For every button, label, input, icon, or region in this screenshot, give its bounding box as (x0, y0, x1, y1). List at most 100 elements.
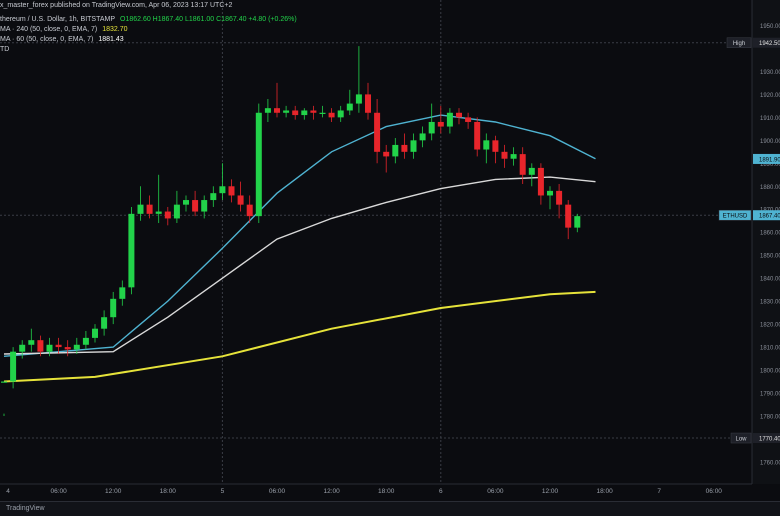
price-chart[interactable]: 1950.00 1942.50 1930.00 1920.00 1910.00 1900.… (0, 0, 780, 516)
price-tick-label: 1860.00 (760, 231, 780, 237)
ma240-value: 1832.70 (102, 26, 128, 33)
candle-body (528, 167, 535, 175)
price-tick-label: 1920.00 (760, 93, 780, 99)
candle-body (446, 112, 453, 127)
candle-body (383, 151, 390, 157)
price-label-text: ETHUSD (723, 214, 748, 220)
ma60-line[interactable]: MA · 60 (50, close, 0, EMA, 7) 1881.43 (0, 36, 127, 43)
candle-body (492, 140, 499, 152)
price-label-text: High (733, 41, 745, 47)
price-tick-label: 1760.00 (760, 460, 780, 466)
ma240-label: MA · 240 (50, close, 0, EMA, 7) (0, 26, 98, 33)
price-tick-label: 1910.00 (760, 116, 780, 122)
price-tick-label: 1820.00 (760, 323, 780, 329)
candle-body (574, 216, 581, 228)
price-label-value: 1867.40 (759, 214, 780, 220)
time-tick-label: 06:00 (269, 488, 286, 495)
candle-body (192, 200, 199, 212)
candle-body (46, 344, 53, 352)
ohlc-values: O1862.60 H1867.40 L1861.00 C1867.40 +4.8… (119, 16, 297, 23)
price-tick-label: 1780.00 (760, 414, 780, 420)
candle-body (510, 154, 517, 159)
candle-body (210, 193, 217, 201)
candle-body (346, 103, 353, 111)
time-tick-label: 06:00 (706, 488, 723, 495)
candle-body (228, 186, 235, 196)
candle-body (501, 151, 508, 159)
candle-body (10, 351, 17, 382)
candle-body (264, 108, 271, 113)
ma240-line[interactable]: MA · 240 (50, close, 0, EMA, 7) 1832.70 (0, 26, 131, 33)
candle-body (201, 200, 208, 212)
candle-body (128, 213, 135, 288)
candle-body (392, 144, 399, 157)
candle-body (301, 110, 308, 116)
time-tick-label: 12:00 (105, 488, 122, 495)
publisher-line: x_master_forex published on TradingView.… (0, 2, 235, 9)
symbol-line: thereum / U.S. Dollar, 1h, BITSTAMP O186… (0, 16, 300, 23)
time-tick-label: 5 (221, 488, 225, 495)
price-label-value: 1942.50 (759, 41, 780, 47)
candle-body (328, 112, 335, 118)
publisher-text: x_master_forex published on TradingView.… (0, 2, 233, 9)
candle-body (274, 108, 280, 113)
candle-body (456, 112, 462, 118)
time-tick-label: 18:00 (160, 488, 177, 495)
chart-background (0, 0, 780, 516)
time-tick-label: 06:00 (50, 488, 67, 495)
candle-body (519, 154, 526, 175)
candle-body (319, 112, 326, 114)
candle-body (82, 337, 89, 345)
candle-body (183, 200, 189, 205)
candle-body (465, 117, 472, 122)
price-tick-label: 1800.00 (760, 369, 780, 375)
time-tick-label: 4 (6, 488, 10, 495)
candle-body (101, 317, 108, 329)
candle-body (119, 287, 126, 299)
indicator-line: TD (0, 46, 12, 53)
candle-body (292, 110, 299, 116)
candle-body (537, 167, 544, 196)
price-tick-label: 1810.00 (760, 346, 780, 352)
candle-body (64, 347, 71, 350)
candle-body (428, 121, 435, 134)
candle-body (374, 112, 381, 152)
time-tick-label: 18:00 (378, 488, 395, 495)
indicator-extra: TD (0, 46, 10, 53)
candle-body (255, 112, 262, 217)
candle-body (337, 110, 344, 118)
candle-body (310, 110, 317, 113)
candle-body (110, 298, 117, 318)
candle-body (28, 340, 35, 345)
candle-body (419, 133, 426, 141)
ma60-label: MA · 60 (50, close, 0, EMA, 7) (0, 36, 94, 43)
candle-body (401, 144, 408, 152)
symbol-text: thereum / U.S. Dollar, 1h, BITSTAMP (0, 16, 116, 23)
time-tick-label: 12:00 (542, 488, 559, 495)
candle-body (55, 344, 62, 348)
candle-body (283, 110, 290, 113)
candle-body (483, 140, 490, 150)
candle-body (237, 195, 244, 205)
candle-body (37, 340, 44, 352)
price-label-text: Low (735, 437, 747, 443)
price-label-value: 1891.90 (759, 157, 780, 163)
price-tick-label: 1950.00 (760, 24, 780, 30)
price-tick-label: 1840.00 (760, 277, 780, 283)
price-label-value: 1770.40 (759, 437, 780, 443)
candle-body (355, 94, 362, 104)
candle-body (556, 190, 563, 205)
candle-body (173, 204, 180, 219)
candle-body (92, 328, 98, 338)
footer-bar: TradingView (0, 501, 780, 516)
candle-body (164, 211, 171, 219)
candle-body (565, 204, 572, 228)
price-tick-label: 1930.00 (760, 70, 780, 76)
time-tick-label: 7 (657, 488, 661, 495)
time-tick-label: 18:00 (596, 488, 613, 495)
price-tick-label: 1850.00 (760, 254, 780, 260)
price-tick-label: 1830.00 (760, 300, 780, 306)
footer-brand[interactable]: TradingView (6, 505, 45, 512)
time-tick-label: 6 (439, 488, 443, 495)
candle-body (219, 186, 226, 194)
